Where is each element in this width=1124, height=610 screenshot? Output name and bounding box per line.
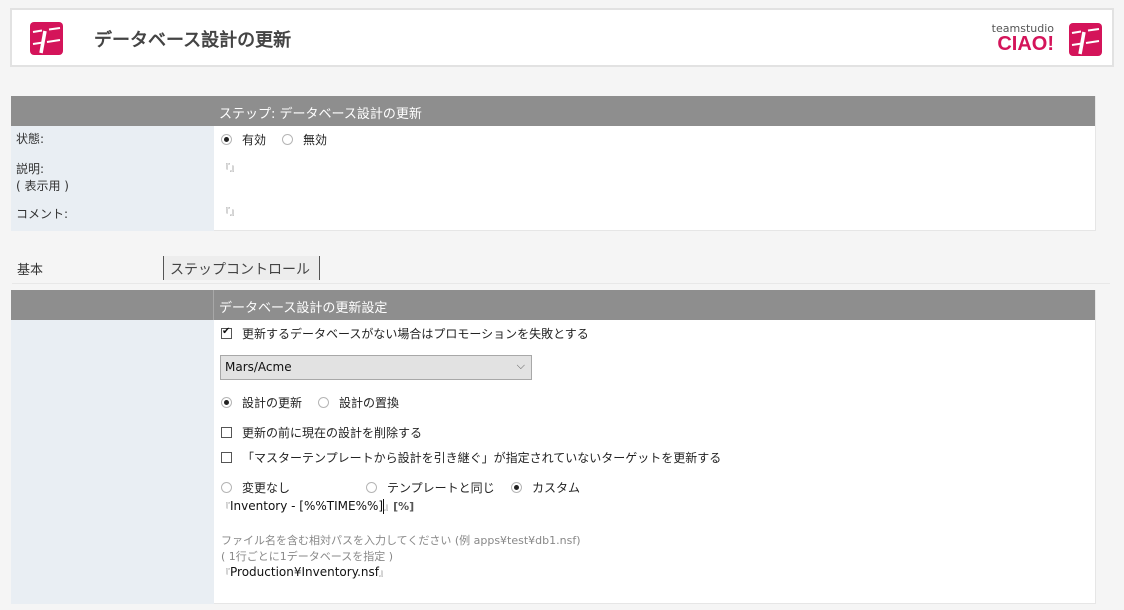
chevron-down-icon: ⌵ xyxy=(516,359,525,372)
title-unchanged-radio[interactable]: 変更なし xyxy=(221,479,290,496)
ciao-logo-icon xyxy=(1069,23,1102,56)
header-divider xyxy=(213,290,214,320)
step-panel: ステップ: データベース設計の更新 状態: 有効 無効 説明: ( 表示用 ) … xyxy=(11,96,1096,231)
comment-label: コメント: xyxy=(16,207,69,221)
checkbox-icon[interactable] xyxy=(221,326,232,339)
app-header: データベース設計の更新 teamstudio CIAO! xyxy=(10,8,1114,67)
update-non-inherit-checkbox[interactable]: 「マスターテンプレートから設計を引き継ぐ」が指定されていないターゲットを更新する xyxy=(221,449,721,466)
radio-icon[interactable] xyxy=(221,134,232,145)
description-label: 説明: xyxy=(16,162,45,176)
design-replace-radio[interactable]: 設計の置換 xyxy=(318,394,399,411)
title-custom-radio[interactable]: カスタム xyxy=(511,479,580,496)
settings-panel-title: データベース設計の更新設定 xyxy=(219,301,388,316)
format-button[interactable]: [%] xyxy=(393,500,414,513)
description-field[interactable]: 『』 xyxy=(221,160,239,174)
label-column xyxy=(11,320,214,604)
delete-before-checkbox[interactable]: 更新の前に現在の設計を削除する xyxy=(221,424,422,441)
radio-icon[interactable] xyxy=(221,482,232,493)
checkbox-icon[interactable] xyxy=(221,427,232,438)
radio-icon[interactable] xyxy=(511,482,522,493)
title-template-radio[interactable]: テンプレートと同じ xyxy=(366,479,495,496)
description-sublabel: ( 表示用 ) xyxy=(16,179,69,193)
design-update-radio[interactable]: 設計の更新 xyxy=(221,394,302,411)
step-panel-header: ステップ: データベース設計の更新 xyxy=(11,96,1095,126)
step-panel-title: ステップ: データベース設計の更新 xyxy=(219,107,422,122)
server-select[interactable]: Mars/Acme ⌵ xyxy=(220,355,532,380)
tab-basic[interactable]: 基本 xyxy=(17,259,43,278)
status-enabled-radio[interactable]: 有効 xyxy=(221,131,266,148)
checkbox-icon[interactable] xyxy=(221,452,232,463)
comment-field[interactable]: 『』 xyxy=(221,204,239,218)
radio-icon[interactable] xyxy=(221,397,232,408)
custom-title-field[interactable]: 『Inventory - [%%TIME%%]』[%] xyxy=(221,499,414,514)
radio-icon[interactable] xyxy=(282,134,293,145)
ciao-logo-icon xyxy=(30,22,63,55)
tab-step-control[interactable]: ステップコントロール xyxy=(163,256,320,280)
page-title: データベース設計の更新 xyxy=(94,30,292,51)
status-label: 状態: xyxy=(16,132,45,146)
settings-panel: データベース設計の更新設定 更新するデータベースがない場合はプロモーションを失敗… xyxy=(11,290,1096,604)
brand-logo: teamstudio CIAO! xyxy=(992,20,1102,58)
path-field[interactable]: 『Production¥Inventory.nsf』 xyxy=(221,565,388,579)
fail-if-missing-checkbox[interactable]: 更新するデータベースがない場合はプロモーションを失敗とする xyxy=(221,325,589,342)
status-disabled-radio[interactable]: 無効 xyxy=(282,131,327,148)
radio-icon[interactable] xyxy=(318,397,329,408)
brand-name: CIAO! xyxy=(997,33,1054,55)
settings-panel-header: データベース設計の更新設定 xyxy=(11,290,1095,320)
path-hint: ファイル名を含む相対パスを入力してください (例 apps¥test¥db1.n… xyxy=(221,534,581,547)
tab-divider xyxy=(12,283,1110,284)
radio-icon[interactable] xyxy=(366,482,377,493)
path-hint-2: ( 1行ごとに1データベースを指定 ) xyxy=(221,550,394,563)
